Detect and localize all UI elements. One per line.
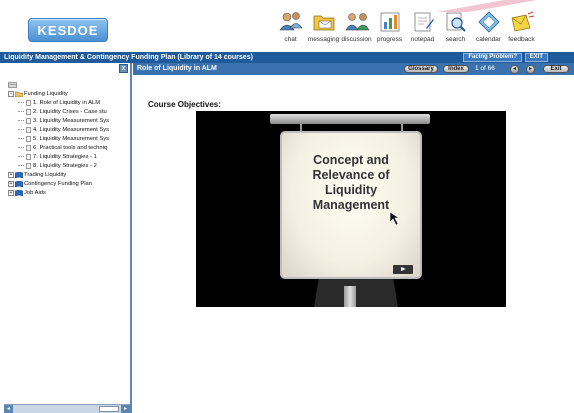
- tree-node-job-aids[interactable]: + Job Aids: [8, 188, 109, 197]
- next-page-button[interactable]: ▸: [526, 65, 535, 74]
- messaging-icon: [313, 15, 334, 31]
- projector-screen: Concept and Relevance of Liquidity Manag…: [280, 131, 422, 279]
- progress-label: progress: [376, 36, 403, 43]
- play-icon[interactable]: [393, 265, 413, 274]
- open-folder-icon: [15, 91, 23, 97]
- course-tree: − Funding Liquidity 1. Role of Liquidity…: [8, 81, 109, 197]
- lesson-label: 2. Liquidity Crises - Case stu: [33, 108, 107, 115]
- book-icon: [15, 171, 23, 178]
- progress-button[interactable]: progress: [373, 10, 406, 50]
- lesson-label: 3. Liquidity Measurement Sys: [33, 117, 110, 124]
- course-title-bar: Liquidity Management & Contingency Fundi…: [0, 52, 574, 63]
- feedback-icon: [511, 11, 534, 32]
- lesson-page-icon: [26, 144, 31, 151]
- lesson-label: 5. Liquidity Measurement Sys: [33, 135, 110, 142]
- search-button[interactable]: search: [439, 10, 472, 50]
- toolbar: chat messaging discussion progress notep…: [274, 10, 538, 50]
- page-counter: 1 of 66: [475, 65, 495, 72]
- lesson-page-icon: [26, 117, 31, 124]
- messaging-button[interactable]: messaging: [307, 10, 340, 50]
- lesson-page-icon: [26, 126, 31, 133]
- projector-screen-roller: [270, 114, 430, 124]
- tree-item-lesson-3[interactable]: 3. Liquidity Measurement Sys: [8, 116, 109, 125]
- lesson-page-icon: [26, 99, 31, 106]
- lesson-label: 1. Role of Liquidity in ALM: [33, 99, 101, 106]
- tree-root: [8, 81, 109, 89]
- tree-item-lesson-2[interactable]: 2. Liquidity Crises - Case stu: [8, 107, 109, 116]
- calendar-button[interactable]: calendar: [472, 10, 505, 50]
- chat-icon: [278, 12, 303, 31]
- lesson-page-icon: [26, 135, 31, 142]
- chat-label: chat: [284, 36, 297, 43]
- tree-node-label: Trading Liquidity: [24, 171, 67, 178]
- discussion-icon: [344, 13, 370, 31]
- tree-item-lesson-4[interactable]: 4. Liquidity Measurement Sys: [8, 125, 109, 134]
- tree-node-funding-liquidity[interactable]: − Funding Liquidity: [8, 89, 109, 98]
- objectives-heading: Course Objectives:: [148, 100, 221, 109]
- scroll-left-icon[interactable]: ◂: [4, 405, 13, 413]
- lesson-page-icon: [26, 108, 31, 115]
- collapse-node-icon[interactable]: −: [8, 90, 14, 97]
- notepad-label: notepad: [410, 36, 435, 43]
- exit-lesson-button[interactable]: Exit: [543, 65, 569, 73]
- tree-node-contingency-funding-plan[interactable]: + Contingency Funding Plan: [8, 179, 109, 188]
- messaging-label: messaging: [307, 36, 340, 43]
- notepad-icon: [414, 12, 434, 32]
- exit-top-button[interactable]: EXIT: [524, 53, 548, 62]
- tree-node-label: Contingency Funding Plan: [24, 180, 92, 187]
- lesson-label: 6. Practical tools and techniq: [33, 144, 108, 151]
- course-title: Liquidity Management & Contingency Fundi…: [4, 54, 253, 61]
- kesdee-logo: KESDOE: [28, 18, 108, 42]
- tree-node-trading-liquidity[interactable]: + Trading Liquidity: [8, 170, 109, 179]
- tree-item-lesson-7[interactable]: 7. Liquidity Strategies - 1: [8, 152, 109, 161]
- mouse-cursor-icon: [389, 211, 400, 226]
- tree-node-label: Job Aids: [24, 189, 46, 196]
- lesson-title: Role of Liquidity in ALM: [137, 65, 217, 72]
- video-title-text: Concept and Relevance of Liquidity Manag…: [312, 153, 390, 212]
- lesson-page-icon: [26, 162, 31, 169]
- search-label: search: [445, 36, 466, 43]
- tree-horizontal-scrollbar[interactable]: ◂ ▸: [4, 404, 130, 413]
- video-player[interactable]: Concept and Relevance of Liquidity Manag…: [196, 111, 506, 307]
- book-icon: [15, 180, 23, 187]
- book-icon: [15, 189, 23, 196]
- close-panel-icon[interactable]: x: [119, 64, 128, 73]
- tree-item-lesson-6[interactable]: 6. Practical tools and techniq: [8, 143, 109, 152]
- scroll-right-icon[interactable]: ▸: [121, 405, 130, 413]
- lesson-label: 7. Liquidity Strategies - 1: [33, 153, 97, 160]
- facing-problem-button[interactable]: Facing Problem?: [463, 53, 522, 62]
- expand-node-icon[interactable]: +: [8, 180, 14, 187]
- discussion-button[interactable]: discussion: [340, 10, 373, 50]
- logo-text: KESDOE: [37, 23, 99, 38]
- app-header: KESDOE chat messaging discussion progres…: [0, 0, 574, 52]
- calendar-icon: [477, 11, 500, 33]
- root-library-icon: [8, 82, 17, 88]
- tree-item-lesson-8[interactable]: 8. Liquidity Strategies - 2: [8, 161, 109, 170]
- lesson-page-icon: [26, 153, 31, 160]
- course-tree-panel: x − Funding Liquidity 1. Role of Liquidi…: [4, 63, 132, 413]
- tree-node-label: Funding Liquidity: [24, 90, 68, 97]
- tree-item-lesson-5[interactable]: 5. Liquidity Measurement Sys: [8, 134, 109, 143]
- expand-node-icon[interactable]: +: [8, 189, 14, 196]
- lesson-label: 4. Liquidity Measurement Sys: [33, 126, 110, 133]
- chat-button[interactable]: chat: [274, 10, 307, 50]
- progress-icon: [380, 12, 399, 32]
- tree-panel-header: x: [4, 63, 130, 75]
- lesson-nav-bar: Role of Liquidity in ALM Glossary Index …: [133, 63, 574, 75]
- projector-pole: [344, 286, 356, 307]
- index-button[interactable]: Index: [443, 65, 469, 73]
- scrollbar-thumb[interactable]: [99, 406, 119, 412]
- notepad-button[interactable]: notepad: [406, 10, 439, 50]
- previous-page-button[interactable]: ◂: [510, 65, 519, 74]
- feedback-button[interactable]: feedback: [505, 10, 538, 50]
- search-icon: [446, 12, 466, 32]
- lesson-content-panel: Role of Liquidity in ALM Glossary Index …: [133, 63, 574, 413]
- calendar-label: calendar: [476, 36, 501, 43]
- lesson-label: 8. Liquidity Strategies - 2: [33, 162, 97, 169]
- glossary-button[interactable]: Glossary: [404, 65, 438, 73]
- discussion-label: discussion: [341, 36, 372, 43]
- expand-node-icon[interactable]: +: [8, 171, 14, 178]
- tree-item-lesson-1[interactable]: 1. Role of Liquidity in ALM: [8, 98, 109, 107]
- feedback-label: feedback: [508, 36, 535, 43]
